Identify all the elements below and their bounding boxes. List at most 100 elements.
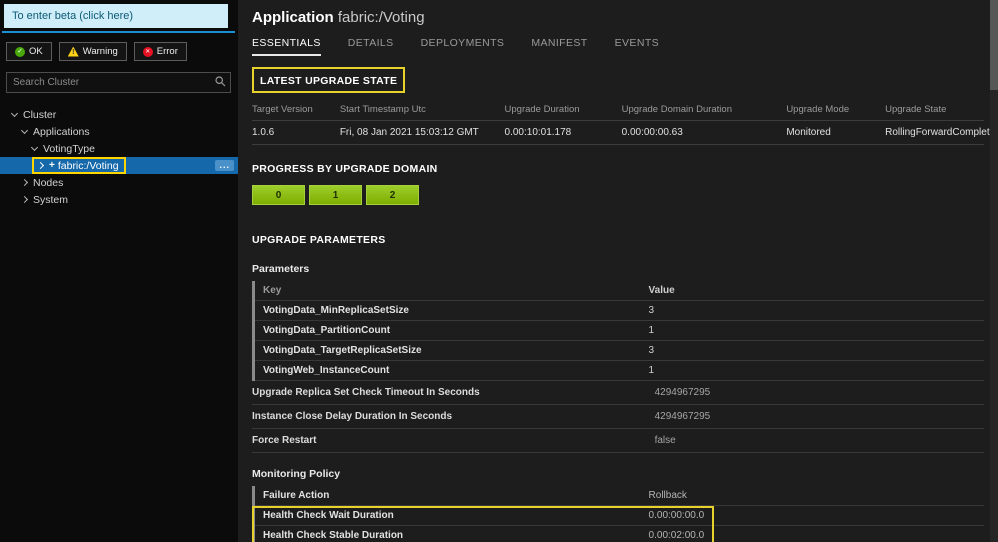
sidebar-item-cluster[interactable]: Cluster [0, 106, 238, 123]
tab-details[interactable]: DETAILS [348, 37, 394, 56]
upgrade-settings-list: Upgrade Replica Set Check Timeout In Sec… [252, 381, 984, 453]
monitoring-policy-table: Failure Action Rollback Health Check Wai… [252, 486, 984, 542]
chevron-down-icon [20, 126, 29, 135]
health-status-bar: ✓ OK ! Warning ✕ Error [6, 42, 238, 61]
tree-label: System [33, 193, 69, 206]
cluster-tree: Cluster Applications VotingType + fabric… [0, 106, 238, 208]
tab-bar: ESSENTIALS DETAILS DEPLOYMENTS MANIFEST … [252, 37, 984, 56]
cell-key: Failure Action [263, 490, 330, 501]
upgrade-domain-tile: 1 [309, 185, 362, 205]
cell-target-version: 1.0.6 [252, 127, 275, 138]
upgrade-domain-tiles: 0 1 2 [252, 185, 984, 205]
warning-label: Warning [82, 46, 118, 57]
warning-icon: ! [67, 46, 79, 57]
section-title: PROGRESS BY UPGRADE DOMAIN [252, 163, 438, 175]
cell-value: 1 [648, 365, 655, 376]
search-box [6, 72, 231, 93]
scrollbar-thumb[interactable] [990, 0, 998, 90]
chevron-right-icon [20, 178, 29, 187]
column-header: Upgrade Duration [504, 104, 580, 115]
entity-name-label: fabric:/Voting [337, 9, 425, 26]
actions-ellipsis-button[interactable]: ... [215, 160, 234, 171]
column-header: Upgrade State [885, 104, 947, 115]
ok-label: OK [29, 46, 43, 57]
warning-filter-button[interactable]: ! Warning [58, 42, 127, 61]
cell-key: Health Check Stable Duration [263, 530, 404, 541]
upgrade-parameters-section: UPGRADE PARAMETERS [252, 230, 984, 248]
sidebar-item-fabric-voting[interactable]: + fabric:/Voting ... [0, 157, 238, 174]
cell-key: VotingData_PartitionCount [263, 325, 391, 336]
error-label: Error [156, 46, 178, 57]
parameters-table: Key Value VotingData_MinReplicaSetSize 3… [252, 281, 984, 381]
table-header-row: Target Version Start Timestamp Utc Upgra… [252, 100, 984, 121]
kv-row: Force Restart false [252, 429, 984, 453]
sidebar-item-nodes[interactable]: Nodes [0, 174, 238, 191]
cell-key: VotingData_TargetReplicaSetSize [263, 345, 422, 356]
column-header: Upgrade Mode [786, 104, 850, 115]
cell-upgrade-domain-duration: 0.00:00:00.63 [621, 127, 683, 138]
latest-upgrade-state-section: LATEST UPGRADE STATE [252, 67, 984, 93]
cell-upgrade-state: RollingForwardCompleted [885, 127, 998, 138]
tree-label: VotingType [43, 142, 95, 155]
table-row: Health Check Wait Duration 0.00:00:00.0 [255, 506, 984, 526]
cell-key: VotingData_MinReplicaSetSize [263, 305, 409, 316]
entity-type-label: Application [252, 9, 334, 26]
cell-value: 3 [648, 345, 655, 356]
parameters-subtitle: Parameters [252, 263, 310, 275]
cell-value: 4294967295 [654, 387, 711, 398]
search-icon [215, 76, 226, 87]
upgrade-domain-tile: 0 [252, 185, 305, 205]
upgrade-domain-tile: 2 [366, 185, 419, 205]
plus-icon: + [49, 160, 55, 171]
cell-upgrade-mode: Monitored [786, 127, 831, 138]
tab-essentials[interactable]: ESSENTIALS [252, 37, 321, 56]
highlight-annotation-box: + fabric:/Voting [32, 157, 126, 174]
banner-underline [2, 31, 235, 33]
cell-value: 1 [648, 325, 655, 336]
tab-events[interactable]: EVENTS [615, 37, 659, 56]
column-header-value: Value [648, 285, 675, 296]
tab-manifest[interactable]: MANIFEST [531, 37, 587, 56]
chevron-right-icon [36, 161, 45, 170]
column-header: Start Timestamp Utc [339, 104, 426, 115]
tab-deployments[interactable]: DEPLOYMENTS [421, 37, 505, 56]
tree-label: fabric:/Voting [57, 159, 119, 172]
chevron-down-icon [30, 143, 39, 152]
monitoring-policy-subtitle: Monitoring Policy [252, 468, 341, 480]
page-title: Application fabric:/Voting [252, 9, 984, 26]
table-row: VotingData_MinReplicaSetSize 3 [255, 301, 984, 321]
section-title: LATEST UPGRADE STATE [260, 75, 398, 87]
progress-section: PROGRESS BY UPGRADE DOMAIN [252, 159, 984, 177]
table-header-row: Key Value [255, 281, 984, 301]
column-header: Upgrade Domain Duration [621, 104, 732, 115]
chevron-down-icon [10, 109, 19, 118]
cell-value: Rollback [648, 490, 687, 501]
kv-row: Upgrade Replica Set Check Timeout In Sec… [252, 381, 984, 405]
column-header: Target Version [252, 104, 313, 115]
sidebar-item-system[interactable]: System [0, 191, 238, 208]
sidebar-item-applications[interactable]: Applications [0, 123, 238, 140]
cell-value: false [654, 435, 676, 446]
cell-key: Upgrade Replica Set Check Timeout In Sec… [252, 387, 480, 398]
cell-key: VotingWeb_InstanceCount [263, 365, 390, 376]
search-input[interactable] [6, 72, 231, 93]
highlight-annotation-box: LATEST UPGRADE STATE [252, 67, 406, 93]
error-filter-button[interactable]: ✕ Error [133, 42, 187, 61]
main-content: Application fabric:/Voting ESSENTIALS DE… [238, 0, 998, 542]
column-header-key: Key [263, 285, 282, 296]
tree-label: Applications [33, 125, 90, 138]
sidebar-item-votingtype[interactable]: VotingType [0, 140, 238, 157]
tree-label: Cluster [23, 108, 57, 121]
upgrade-state-table: Target Version Start Timestamp Utc Upgra… [252, 100, 998, 145]
ok-icon: ✓ [15, 46, 25, 57]
chevron-right-icon [20, 195, 29, 204]
tree-label: Nodes [33, 176, 64, 189]
table-row: VotingData_TargetReplicaSetSize 3 [255, 341, 984, 361]
ok-filter-button[interactable]: ✓ OK [6, 42, 52, 61]
cell-value: 4294967295 [654, 411, 711, 422]
cell-upgrade-duration: 0.00:10:01.178 [504, 127, 572, 138]
table-row: VotingWeb_InstanceCount 1 [255, 361, 984, 381]
cell-value: 0.00:00:00.0 [648, 510, 705, 521]
beta-banner-link[interactable]: To enter beta (click here) [4, 4, 228, 28]
highlight-annotation-group: Health Check Wait Duration 0.00:00:00.0 … [252, 506, 984, 542]
